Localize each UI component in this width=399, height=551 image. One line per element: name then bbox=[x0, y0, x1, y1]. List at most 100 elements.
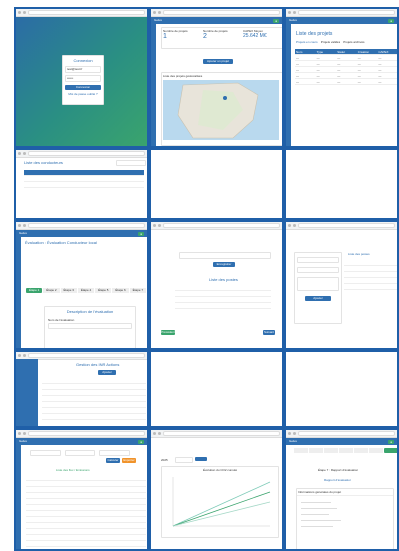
sidebar bbox=[16, 359, 38, 426]
add-project-button[interactable]: Ajouter un projet bbox=[203, 59, 233, 64]
map-marker-icon[interactable] bbox=[223, 96, 227, 100]
step[interactable] bbox=[354, 448, 368, 453]
top-nav: Gelus ● bbox=[286, 438, 397, 445]
step-6[interactable]: Étape 6 bbox=[112, 288, 129, 293]
side-panel-screenshot: Ajouter Liste des postes bbox=[284, 220, 399, 350]
results-table bbox=[26, 475, 146, 547]
step-1[interactable]: Étape 1 bbox=[26, 288, 43, 293]
apply-button[interactable] bbox=[195, 457, 207, 461]
empty-tile bbox=[284, 148, 399, 220]
tab-validated[interactable]: Projets validés bbox=[321, 40, 341, 44]
evaluation-name-input[interactable] bbox=[48, 323, 132, 329]
table-row[interactable] bbox=[175, 303, 271, 309]
table-title: Liste des postes bbox=[209, 277, 238, 282]
calculate-button[interactable]: Calculer bbox=[106, 458, 120, 463]
forgot-password-link[interactable]: Mot de passe oublié ? bbox=[65, 92, 101, 96]
browser-chrome bbox=[16, 430, 147, 438]
users-screenshot: Liste des conducteurs bbox=[14, 148, 149, 220]
options-box[interactable] bbox=[297, 277, 339, 291]
tab-current[interactable]: Projets en cours bbox=[296, 40, 318, 44]
page-title: Évaluation : Évaluation Conducteur local bbox=[25, 240, 97, 245]
filters bbox=[30, 450, 131, 456]
login-button[interactable]: Connexion bbox=[65, 85, 101, 90]
map-title: Liste des projets géolocalisés bbox=[163, 74, 203, 78]
year-select[interactable] bbox=[175, 457, 193, 463]
step[interactable] bbox=[369, 448, 383, 453]
top-nav-button[interactable]: ● bbox=[273, 18, 279, 23]
map[interactable] bbox=[163, 80, 279, 140]
filter-field[interactable] bbox=[30, 450, 61, 456]
step-2[interactable]: Étape 2 bbox=[43, 288, 60, 293]
report-screenshot: Gelus ● Étape 7 : Rapport d'évaluation Ra… bbox=[284, 428, 399, 551]
input-field[interactable] bbox=[297, 267, 339, 273]
field-label: Nom de l'évaluation bbox=[48, 318, 75, 322]
browser-chrome bbox=[16, 222, 147, 230]
previous-button[interactable]: Précédent bbox=[161, 330, 175, 335]
browser-chrome bbox=[151, 430, 282, 438]
search-input[interactable] bbox=[116, 160, 146, 166]
stepper bbox=[294, 448, 397, 453]
step-5[interactable]: Étape 5 bbox=[95, 288, 112, 293]
step-3[interactable]: Étape 3 bbox=[60, 288, 77, 293]
password-field[interactable]: •••••• bbox=[65, 75, 101, 82]
report-title: Rapport d'évaluation bbox=[324, 478, 352, 482]
table-row[interactable]: — — — — — bbox=[295, 79, 397, 85]
positions-table bbox=[175, 285, 271, 309]
dashboard-screenshot: Gelus ● Nombre de projets 1 Nombre de pro… bbox=[149, 7, 284, 148]
table-row[interactable] bbox=[344, 284, 397, 290]
evaluation-screenshot: Gelus ● Évaluation : Évaluation Conducteu… bbox=[14, 220, 149, 350]
stat-2: Nombre de projets 2 bbox=[203, 29, 228, 40]
step-4[interactable]: Étape 4 bbox=[77, 288, 95, 293]
top-nav: Gelus ● bbox=[16, 230, 147, 237]
input-field[interactable] bbox=[179, 252, 271, 259]
page-title: Gestion des INR Actions bbox=[76, 362, 120, 367]
top-nav: Gelus ● bbox=[151, 17, 282, 24]
list-title: Liste des postes bbox=[348, 252, 370, 256]
sidebar bbox=[151, 24, 156, 146]
chart-card: Évolution du CO2 cumulé bbox=[161, 466, 279, 538]
map-card: Liste des projets géolocalisés bbox=[161, 72, 282, 146]
table-title: Liste des flux / Emissions bbox=[56, 468, 90, 472]
next-button[interactable]: Suivant bbox=[263, 330, 275, 335]
empty-tile bbox=[149, 350, 284, 428]
filter-field[interactable] bbox=[64, 450, 96, 456]
empty-tile bbox=[149, 148, 284, 220]
line-chart bbox=[172, 477, 271, 527]
step[interactable] bbox=[309, 448, 323, 453]
table-row[interactable] bbox=[24, 182, 144, 188]
table-row[interactable] bbox=[42, 414, 146, 420]
browser-chrome bbox=[286, 430, 397, 438]
admin-screenshot: Gestion des INR Actions Ajouter bbox=[14, 350, 149, 428]
tab-archived[interactable]: Projets archivés bbox=[343, 40, 364, 44]
step-title: Étape 7 : Rapport d'évaluation bbox=[318, 468, 359, 472]
step[interactable] bbox=[294, 448, 308, 453]
browser-chrome bbox=[16, 150, 147, 158]
input-field[interactable] bbox=[297, 257, 339, 263]
description-card: Description de l'évaluation Nom de l'éva… bbox=[44, 306, 136, 348]
step[interactable] bbox=[324, 448, 338, 453]
page-title: Liste des projets bbox=[296, 31, 333, 37]
add-action-button[interactable]: Ajouter bbox=[98, 370, 116, 375]
step-7[interactable]: Étape 7 bbox=[129, 288, 146, 293]
projects-table: Nom Type Statut Création CAPEX — — — — — — — — — — —… bbox=[295, 49, 397, 85]
step[interactable] bbox=[339, 448, 353, 453]
year-label: 2025 bbox=[161, 458, 168, 462]
export-button[interactable]: Exporter bbox=[122, 458, 136, 463]
table-row[interactable] bbox=[26, 541, 146, 547]
login-screenshot: Connexion test@test.fr •••••• Connexion … bbox=[14, 7, 149, 148]
step-active[interactable] bbox=[384, 448, 397, 453]
filter-field[interactable] bbox=[99, 450, 131, 456]
add-button[interactable]: Ajouter bbox=[305, 296, 331, 301]
save-button[interactable]: Enregistrer bbox=[213, 262, 235, 267]
email-field[interactable]: test@test.fr bbox=[65, 66, 101, 73]
form-card: Ajouter bbox=[294, 252, 342, 324]
series-line-2 bbox=[172, 491, 271, 527]
stat-3: CAPEX Moyen 25.642 M€ bbox=[243, 29, 267, 39]
form-screenshot: Enregistrer Liste des postes Précédent S… bbox=[149, 220, 284, 350]
top-nav: Gelus ● bbox=[286, 17, 397, 24]
chart-screenshot: 2025 Évolution du CO2 cumulé bbox=[149, 428, 284, 551]
stepper: Étape 1 Étape 2 Étape 3 Étape 4 Étape 5 … bbox=[26, 288, 146, 293]
page-title: Liste des conducteurs bbox=[24, 160, 63, 165]
login-heading: Connexion bbox=[73, 58, 93, 63]
login-card: Connexion test@test.fr •••••• Connexion … bbox=[62, 55, 104, 105]
